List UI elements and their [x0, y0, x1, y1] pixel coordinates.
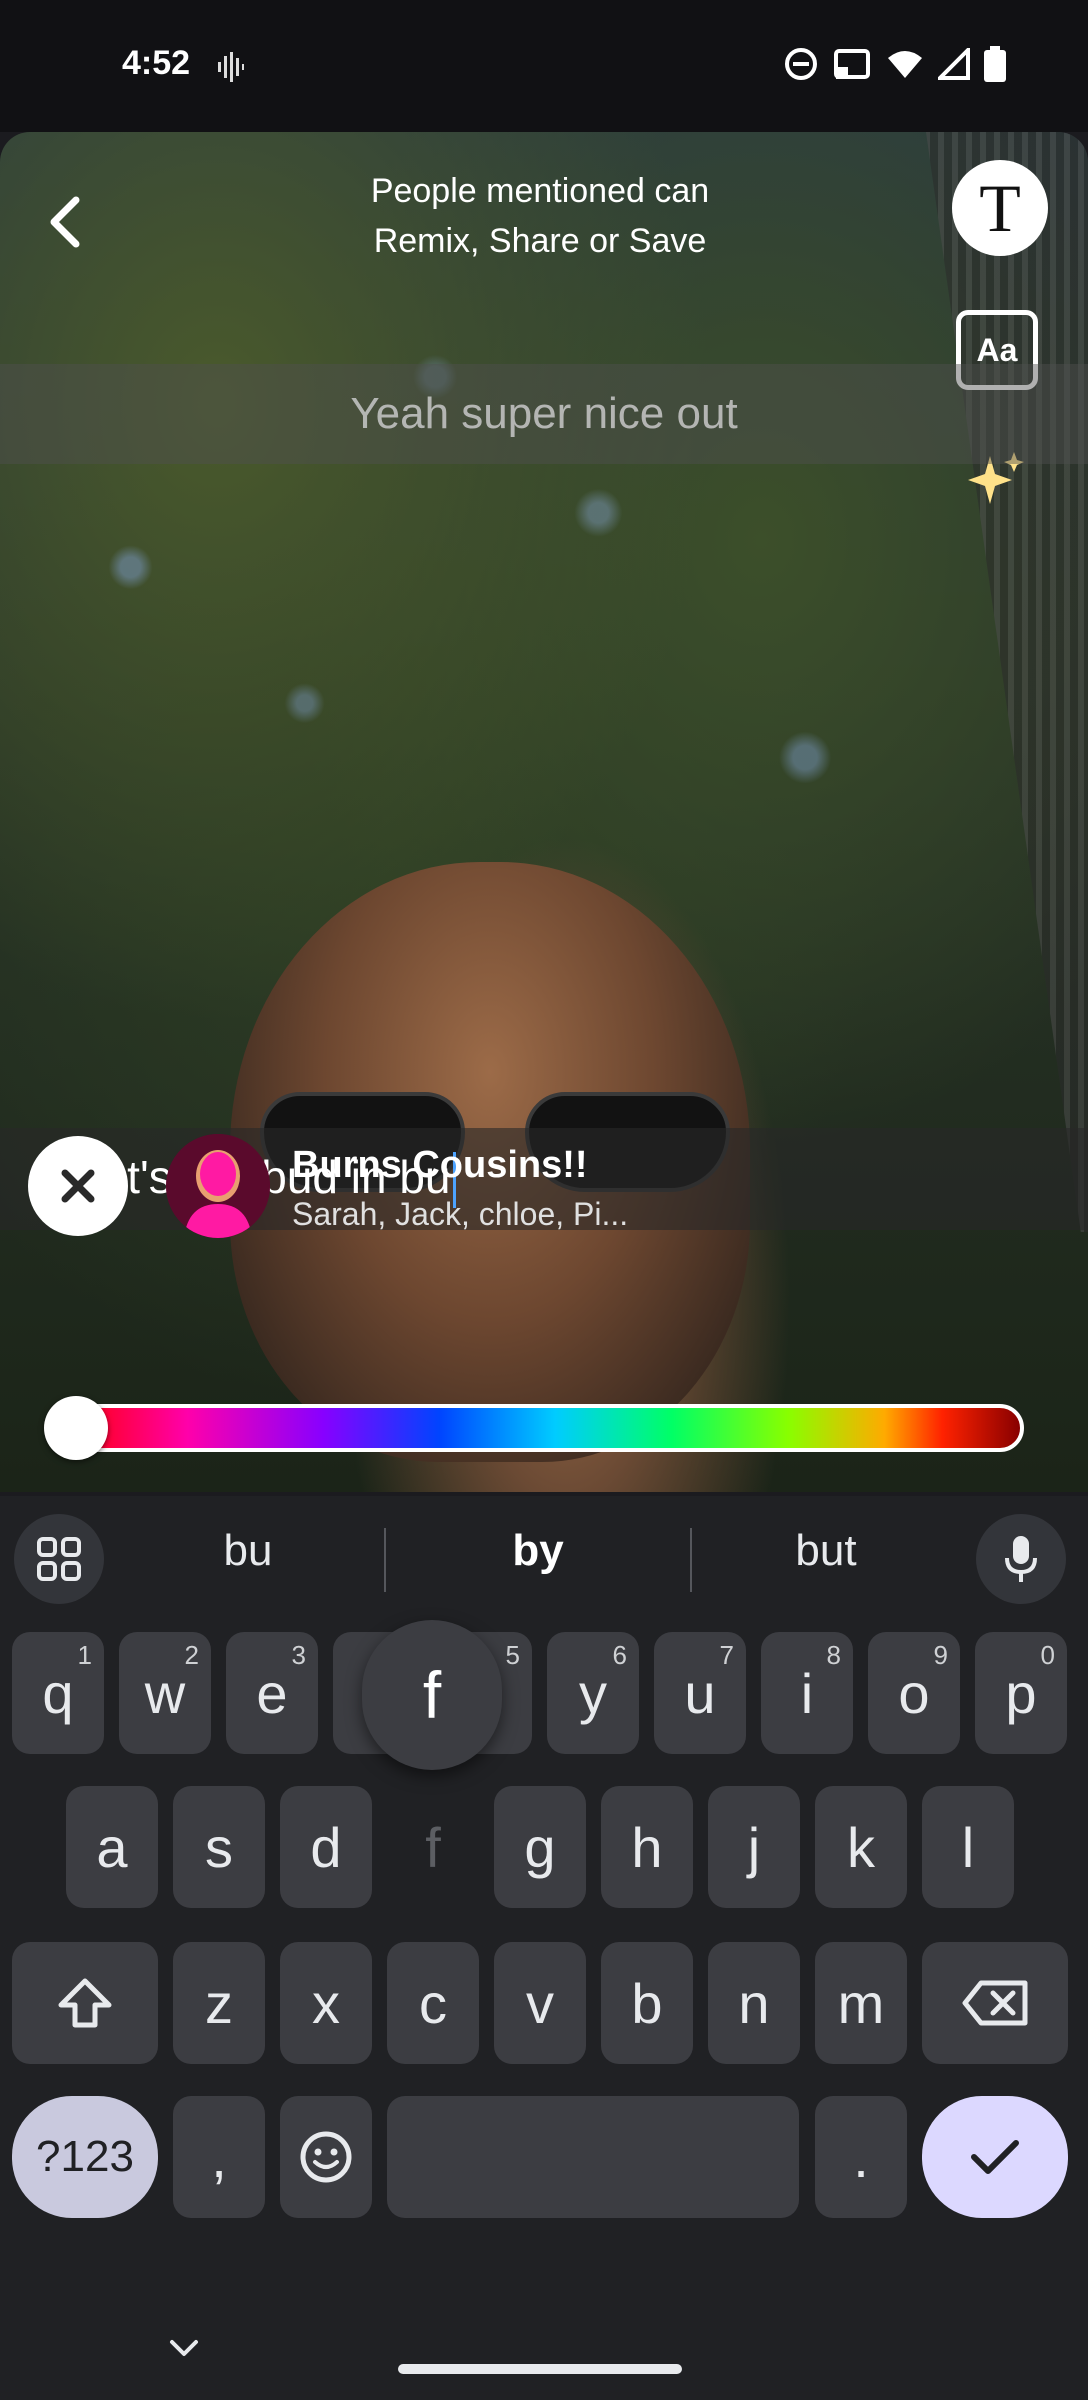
do-not-disturb-icon	[785, 48, 817, 80]
key-f[interactable]: f	[387, 1786, 479, 1908]
key-j[interactable]: j	[708, 1786, 800, 1908]
key-g[interactable]: g	[494, 1786, 586, 1908]
key-s[interactable]: s	[173, 1786, 265, 1908]
checkmark-icon	[971, 2140, 1019, 2174]
key-b[interactable]: b	[601, 1942, 693, 2064]
key-m[interactable]: m	[815, 1942, 907, 2064]
voice-input-button[interactable]	[976, 1514, 1066, 1604]
emoji-key[interactable]	[280, 2096, 372, 2218]
mention-permission-banner: People mentioned can Remix, Share or Sav…	[370, 172, 710, 260]
wifi-icon	[888, 51, 922, 78]
key-p[interactable]: p0	[975, 1632, 1067, 1754]
key-z[interactable]: z	[173, 1942, 265, 2064]
home-gesture-handle[interactable]	[398, 2364, 682, 2374]
voice-activity-icon	[218, 52, 244, 82]
signal-icon	[938, 48, 970, 80]
backspace-icon	[962, 1980, 1028, 2026]
symbols-key[interactable]: ?123	[12, 2096, 158, 2218]
hide-keyboard-icon[interactable]	[166, 2330, 202, 2366]
key-preview-popup: f	[362, 1620, 502, 1770]
key-a[interactable]: a	[66, 1786, 158, 1908]
color-slider-thumb[interactable]	[44, 1396, 108, 1460]
text-tool-button[interactable]: T	[952, 160, 1048, 256]
suggestion-bar: bu by but	[0, 1496, 1088, 1612]
key-x[interactable]: x	[280, 1942, 372, 2064]
key-h[interactable]: h	[601, 1786, 693, 1908]
key-o[interactable]: o9	[868, 1632, 960, 1754]
status-bar: 4:52	[0, 0, 1088, 132]
period-key[interactable]: .	[815, 2096, 907, 2218]
key-q[interactable]: q1	[12, 1632, 104, 1754]
key-n[interactable]: n	[708, 1942, 800, 2064]
close-icon	[61, 1169, 95, 1203]
space-key[interactable]	[387, 2096, 799, 2218]
key-y[interactable]: y6	[547, 1632, 639, 1754]
back-icon[interactable]	[38, 190, 90, 254]
key-e[interactable]: e3	[226, 1632, 318, 1754]
key-c[interactable]: c	[387, 1942, 479, 2064]
key-i[interactable]: i8	[761, 1632, 853, 1754]
suggestion-center[interactable]: by	[398, 1526, 678, 1576]
caption-top[interactable]: Yeah super nice out	[0, 364, 1088, 464]
backspace-key[interactable]	[922, 1942, 1068, 2064]
status-time: 4:52	[122, 44, 191, 82]
suggestion-left[interactable]: bu	[108, 1526, 388, 1576]
avatar-icon	[166, 1134, 270, 1238]
key-l[interactable]: l	[922, 1786, 1014, 1908]
key-w[interactable]: w2	[119, 1632, 211, 1754]
key-k[interactable]: k	[815, 1786, 907, 1908]
suggestion-right[interactable]: but	[686, 1526, 966, 1576]
mention-suggestion[interactable]: Burns Cousins!! Sarah, Jack, chloe, Pi..…	[0, 1124, 1088, 1264]
emoji-icon	[300, 2131, 352, 2183]
battery-icon	[984, 46, 1006, 82]
microphone-icon	[1005, 1536, 1037, 1582]
close-mention-button[interactable]	[28, 1136, 128, 1236]
enter-key[interactable]	[922, 2096, 1068, 2218]
shift-key[interactable]	[12, 1942, 158, 2064]
group-avatar	[166, 1134, 270, 1238]
key-v[interactable]: v	[494, 1942, 586, 2064]
comma-key[interactable]: ,	[173, 2096, 265, 2218]
key-u[interactable]: u7	[654, 1632, 746, 1754]
key-d[interactable]: d	[280, 1786, 372, 1908]
mention-group-members: Sarah, Jack, chloe, Pi...	[292, 1196, 629, 1232]
snap-photo: People mentioned can Remix, Share or Sav…	[0, 132, 1088, 1492]
grid-icon	[37, 1537, 81, 1581]
color-slider[interactable]	[48, 1404, 1024, 1452]
cast-icon	[834, 49, 870, 79]
shift-icon	[58, 1978, 112, 2028]
keyboard-menu-button[interactable]	[14, 1514, 104, 1604]
mention-group-name: Burns Cousins!!	[292, 1144, 588, 1186]
